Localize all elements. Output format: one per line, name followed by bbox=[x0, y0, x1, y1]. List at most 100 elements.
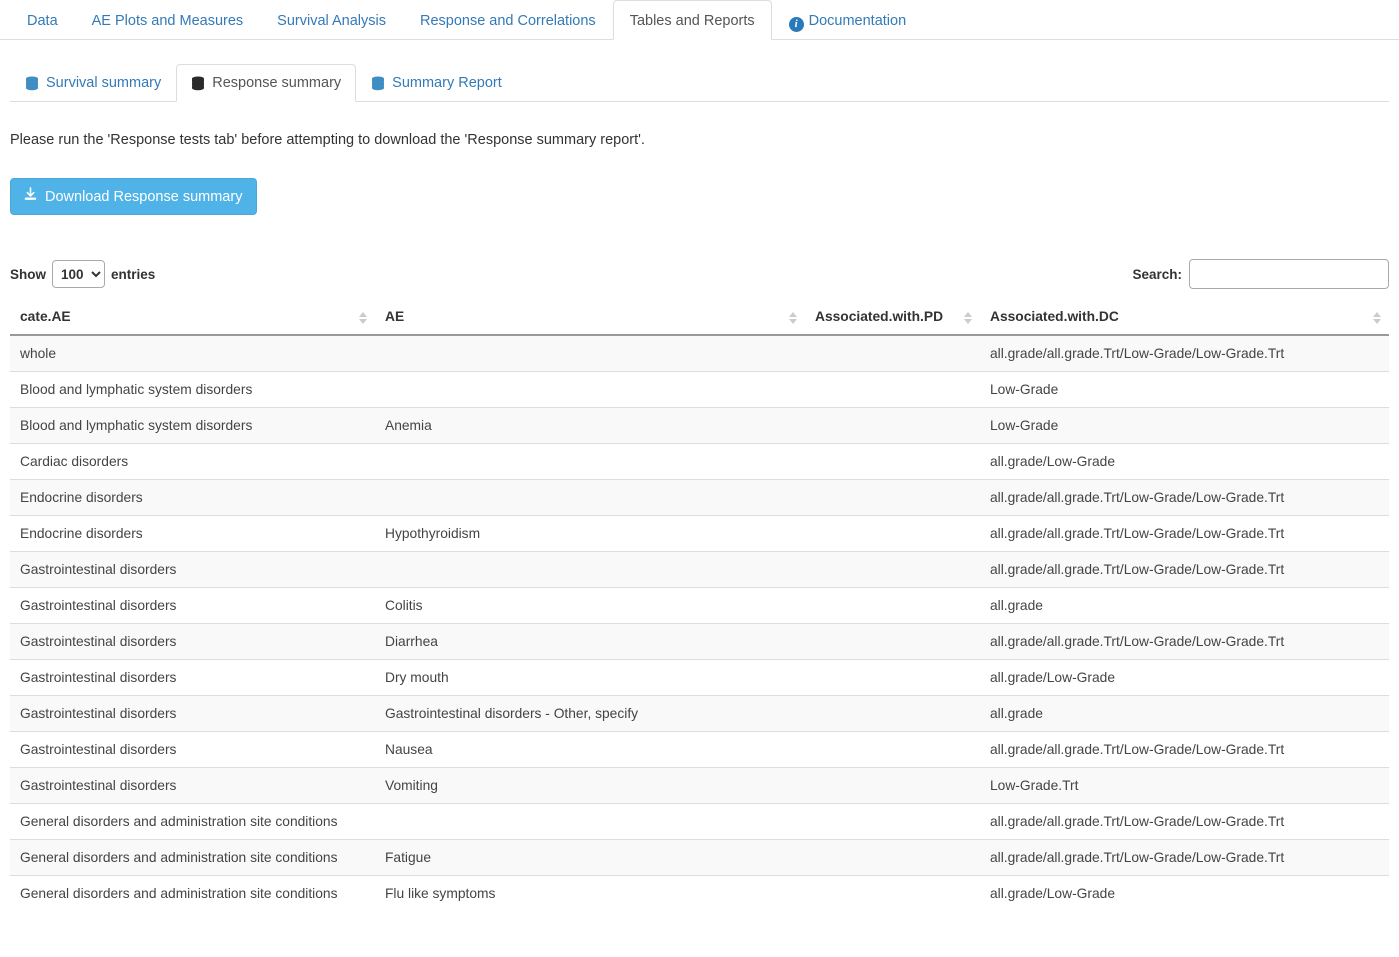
nav-tab-label: Data bbox=[27, 13, 58, 29]
table-row[interactable]: Gastrointestinal disordersDiarrheaall.gr… bbox=[10, 624, 1389, 660]
nav-tab-tables-and-reports: Tables and Reports bbox=[613, 0, 772, 40]
cell-cate_ae: Blood and lymphatic system disorders bbox=[10, 372, 375, 408]
table-row[interactable]: General disorders and administration sit… bbox=[10, 876, 1389, 912]
nav-tab-label: Survival Analysis bbox=[277, 13, 386, 29]
cell-assoc_dc: all.grade/all.grade.Trt/Low-Grade/Low-Gr… bbox=[980, 552, 1389, 588]
cell-cate_ae: whole bbox=[10, 335, 375, 372]
table-row[interactable]: Gastrointestinal disordersDry mouthall.g… bbox=[10, 660, 1389, 696]
cell-cate_ae: General disorders and administration sit… bbox=[10, 840, 375, 876]
response-summary-table: cate.AE AE Associated.with.PDAssociated.wi… bbox=[10, 301, 1389, 911]
table-row[interactable]: Gastrointestinal disordersall.grade/all.… bbox=[10, 552, 1389, 588]
nav-tab-ae-plots-and-measures[interactable]: AE Plots and Measures bbox=[75, 0, 261, 40]
column-header-associated-with-pd[interactable]: Associated.with.PD bbox=[805, 301, 980, 335]
sub-tab-label: Response summary bbox=[212, 64, 341, 102]
cell-cate_ae: Gastrointestinal disorders bbox=[10, 732, 375, 768]
table-body: whole all.grade/all.grade.Trt/Low-Grade/L… bbox=[10, 335, 1389, 911]
table-row[interactable]: Gastrointestinal disordersColitis all.gra… bbox=[10, 588, 1389, 624]
download-response-summary-button[interactable]: Download Response summary bbox=[10, 178, 257, 215]
nav-tab-data[interactable]: Data bbox=[10, 0, 75, 40]
entries-per-page-select[interactable]: 102550100 bbox=[52, 260, 105, 288]
sort-arrows-icon[interactable] bbox=[1373, 312, 1381, 324]
show-label: Show bbox=[10, 267, 46, 282]
cell-ae: Hypothyroidism bbox=[375, 516, 805, 552]
sub-tabs-container: Survival summary Response summary Summary … bbox=[0, 40, 1399, 102]
cell-ae: Dry mouth bbox=[375, 660, 805, 696]
nav-tab-documentation[interactable]: iDocumentation bbox=[772, 0, 924, 40]
sub-tabs: Survival summary Response summary Summary … bbox=[10, 62, 1389, 102]
nav-tab-label: AE Plots and Measures bbox=[92, 13, 244, 29]
cell-ae bbox=[375, 335, 805, 372]
sort-arrows-icon[interactable] bbox=[359, 312, 367, 324]
column-header-ae[interactable]: AE bbox=[375, 301, 805, 335]
cell-ae: Gastrointestinal disorders - Other, spec… bbox=[375, 696, 805, 732]
search-label: Search: bbox=[1132, 267, 1182, 282]
column-header-label: AE bbox=[385, 309, 404, 324]
column-header-associated-with-dc[interactable]: Associated.with.DC bbox=[980, 301, 1389, 335]
sub-tab-label: Survival summary bbox=[46, 64, 161, 102]
cell-cate_ae: General disorders and administration sit… bbox=[10, 876, 375, 912]
cell-assoc_dc: Low-Grade.Trt bbox=[980, 768, 1389, 804]
cell-assoc_pd bbox=[805, 552, 980, 588]
sub-tab-response-summary: Response summary bbox=[176, 64, 356, 102]
cell-assoc_dc: all.grade/Low-Grade bbox=[980, 876, 1389, 912]
cell-assoc_pd bbox=[805, 444, 980, 480]
database-icon bbox=[25, 76, 39, 91]
cell-assoc_dc: all.grade bbox=[980, 588, 1389, 624]
cell-cate_ae: Blood and lymphatic system disorders bbox=[10, 408, 375, 444]
sort-arrows-icon[interactable] bbox=[964, 312, 972, 324]
cell-assoc_pd bbox=[805, 624, 980, 660]
table-row[interactable]: Endocrine disordersHypothyroidism all.gra… bbox=[10, 516, 1389, 552]
column-header-cate-ae[interactable]: cate.AE bbox=[10, 301, 375, 335]
cell-cate_ae: Endocrine disorders bbox=[10, 516, 375, 552]
instruction-text: Please run the 'Response tests tab' befo… bbox=[10, 132, 1389, 148]
sub-tab-label: Summary Report bbox=[392, 64, 502, 102]
cell-assoc_dc: all.grade/all.grade.Trt/Low-Grade/Low-Gr… bbox=[980, 732, 1389, 768]
cell-assoc_dc: all.grade/all.grade.Trt/Low-Grade/Low-Gr… bbox=[980, 804, 1389, 840]
cell-cate_ae: Gastrointestinal disorders bbox=[10, 624, 375, 660]
cell-ae: Diarrhea bbox=[375, 624, 805, 660]
table-row[interactable]: General disorders and administration sit… bbox=[10, 804, 1389, 840]
cell-cate_ae: Gastrointestinal disorders bbox=[10, 768, 375, 804]
cell-assoc_pd bbox=[805, 876, 980, 912]
search-input[interactable] bbox=[1189, 259, 1389, 289]
table-row[interactable]: Cardiac disordersall.grade/Low-Grade bbox=[10, 444, 1389, 480]
nav-tab-label: Documentation bbox=[809, 13, 907, 29]
database-icon bbox=[371, 76, 385, 91]
datatable-controls: Show 102550100 entries Search: bbox=[10, 257, 1389, 291]
cell-assoc_pd bbox=[805, 516, 980, 552]
nav-tab-label: Tables and Reports bbox=[630, 13, 755, 29]
table-row[interactable]: Gastrointestinal disordersVomitingLow-Gr… bbox=[10, 768, 1389, 804]
cell-ae: Fatigue bbox=[375, 840, 805, 876]
nav-tab-survival-analysis[interactable]: Survival Analysis bbox=[260, 0, 403, 40]
download-icon bbox=[23, 187, 38, 206]
main-nav-tabs: Data AE Plots and Measures Survival Analys… bbox=[0, 0, 1399, 40]
nav-tab-response-and-correlations[interactable]: Response and Correlations bbox=[403, 0, 613, 40]
table-row[interactable]: Gastrointestinal disordersGastrointestin… bbox=[10, 696, 1389, 732]
cell-assoc_pd bbox=[805, 840, 980, 876]
table-header-row: cate.AE AE Associated.with.PDAssociated.wi… bbox=[10, 301, 1389, 335]
cell-ae: Flu like symptoms bbox=[375, 876, 805, 912]
table-row[interactable]: General disorders and administration sit… bbox=[10, 840, 1389, 876]
cell-cate_ae: Endocrine disorders bbox=[10, 480, 375, 516]
cell-cate_ae: Gastrointestinal disorders bbox=[10, 588, 375, 624]
cell-assoc_dc: all.grade/Low-Grade bbox=[980, 444, 1389, 480]
cell-assoc_pd bbox=[805, 660, 980, 696]
sort-arrows-icon[interactable] bbox=[789, 312, 797, 324]
table-row[interactable]: Endocrine disorders all.grade/all.grade.T… bbox=[10, 480, 1389, 516]
database-icon bbox=[191, 76, 205, 91]
sub-tab-summary-report[interactable]: Summary Report bbox=[356, 64, 517, 102]
table-row[interactable]: wholeall.grade/all.grade.Trt/Low-Grade/L… bbox=[10, 335, 1389, 372]
table-head: cate.AE AE Associated.with.PDAssociated.wi… bbox=[10, 301, 1389, 335]
cell-ae: Colitis bbox=[375, 588, 805, 624]
cell-assoc_pd bbox=[805, 408, 980, 444]
table-row[interactable]: Gastrointestinal disordersNauseaall.grad… bbox=[10, 732, 1389, 768]
sub-tab-survival-summary[interactable]: Survival summary bbox=[10, 64, 176, 102]
table-row[interactable]: Blood and lymphatic system disordersLow-… bbox=[10, 372, 1389, 408]
cell-assoc_dc: all.grade/all.grade.Trt/Low-Grade/Low-Gr… bbox=[980, 516, 1389, 552]
cell-ae bbox=[375, 444, 805, 480]
cell-assoc_pd bbox=[805, 804, 980, 840]
cell-assoc_dc: all.grade/all.grade.Trt/Low-Grade/Low-Gr… bbox=[980, 480, 1389, 516]
table-row[interactable]: Blood and lymphatic system disordersAnem… bbox=[10, 408, 1389, 444]
cell-assoc_pd bbox=[805, 588, 980, 624]
main-content: Please run the 'Response tests tab' befo… bbox=[0, 132, 1399, 911]
